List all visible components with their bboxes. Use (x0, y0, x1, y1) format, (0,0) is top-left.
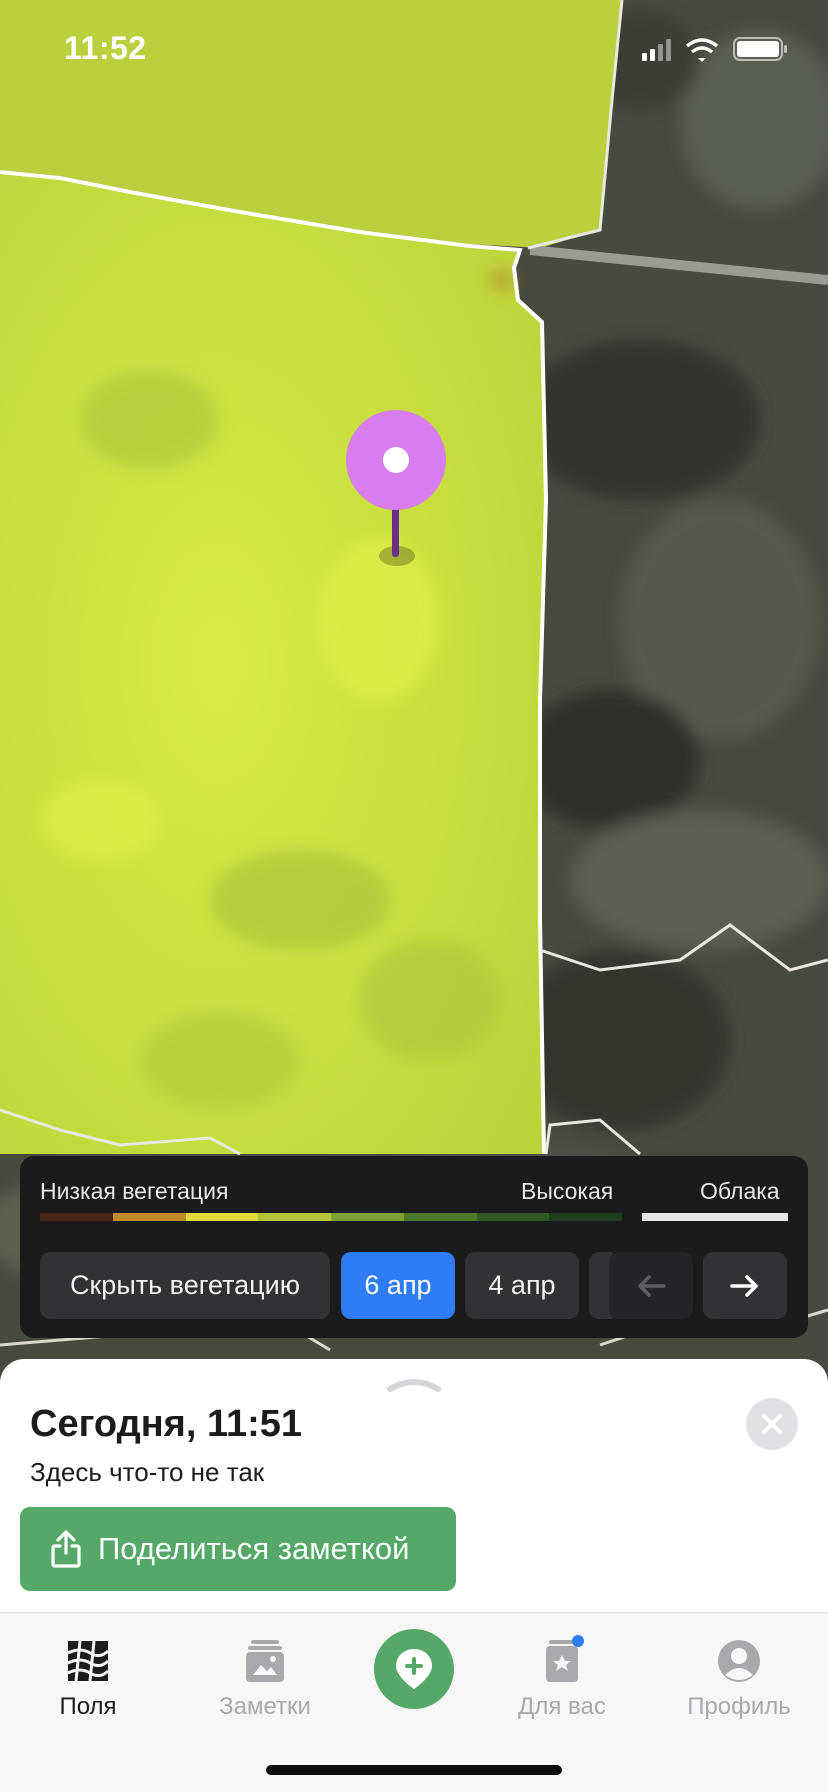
cellular-signal-icon (642, 39, 671, 61)
share-note-label: Поделиться заметкой (98, 1531, 410, 1566)
notes-icon (246, 1640, 284, 1682)
profile-icon (718, 1640, 760, 1682)
note-bottom-sheet[interactable]: Сегодня, 11:51 Здесь что-то не так Подел… (0, 1359, 828, 1612)
tab-for-you-label: Для вас (518, 1693, 606, 1720)
fields-icon (67, 1640, 110, 1682)
pin-center (383, 447, 409, 473)
legend-low-label: Низкая вегетация (40, 1178, 229, 1204)
date-chip[interactable]: 4 апр (465, 1252, 579, 1319)
tab-fields[interactable]: Поля (13, 1629, 163, 1739)
add-location-icon (396, 1649, 432, 1689)
tab-bar: Поля Заметки Для вас Профиль (0, 1612, 828, 1792)
vegetation-scale-segment (185, 1213, 259, 1221)
add-note-button[interactable] (374, 1629, 454, 1709)
next-date-button[interactable] (703, 1252, 787, 1319)
note-title: Сегодня, 11:51 (30, 1403, 303, 1445)
tab-profile[interactable]: Профиль (664, 1629, 814, 1739)
vegetation-scale-segment (258, 1213, 331, 1221)
vegetation-scale-segment (40, 1213, 113, 1221)
legend-clouds-label: Облака (700, 1178, 780, 1204)
vegetation-scale-segment (331, 1213, 404, 1221)
hide-vegetation-button[interactable]: Скрыть вегетацию (40, 1252, 330, 1319)
previous-date-button[interactable] (609, 1252, 693, 1319)
notification-badge (572, 1635, 584, 1647)
arrow-right-icon (730, 1274, 758, 1297)
tab-notes-label: Заметки (219, 1693, 311, 1720)
tab-fields-label: Поля (59, 1693, 117, 1720)
arrow-left-icon (638, 1274, 666, 1297)
pin-stem (392, 505, 399, 557)
vegetation-scale-segment (112, 1213, 186, 1221)
close-icon (762, 1414, 782, 1434)
close-button[interactable] (746, 1398, 798, 1450)
expand-handle-icon[interactable] (384, 1373, 444, 1395)
status-bar: 11:52 (0, 0, 828, 100)
tab-profile-label: Профиль (687, 1693, 791, 1720)
home-indicator (266, 1765, 562, 1775)
tab-notes[interactable]: Заметки (190, 1629, 340, 1739)
vegetation-scale-segment (549, 1213, 622, 1221)
vegetation-scale-segment (403, 1213, 477, 1221)
share-note-button[interactable]: Поделиться заметкой (20, 1507, 456, 1591)
vegetation-panel: Низкая вегетация Высокая Облака Скрыть в… (20, 1156, 808, 1338)
vegetation-scale-segment (476, 1213, 550, 1221)
share-icon (51, 1530, 81, 1568)
battery-icon (733, 37, 787, 61)
note-text: Здесь что-то не так (30, 1457, 265, 1487)
vegetation-color-scale (40, 1213, 622, 1221)
wifi-icon (685, 38, 719, 62)
status-time: 11:52 (64, 30, 147, 66)
legend-high-label: Высокая (521, 1178, 614, 1204)
tab-for-you[interactable]: Для вас (487, 1629, 637, 1739)
date-chip-selected[interactable]: 6 апр (341, 1252, 455, 1319)
status-indicators (642, 37, 787, 62)
clouds-color-scale (642, 1213, 788, 1221)
